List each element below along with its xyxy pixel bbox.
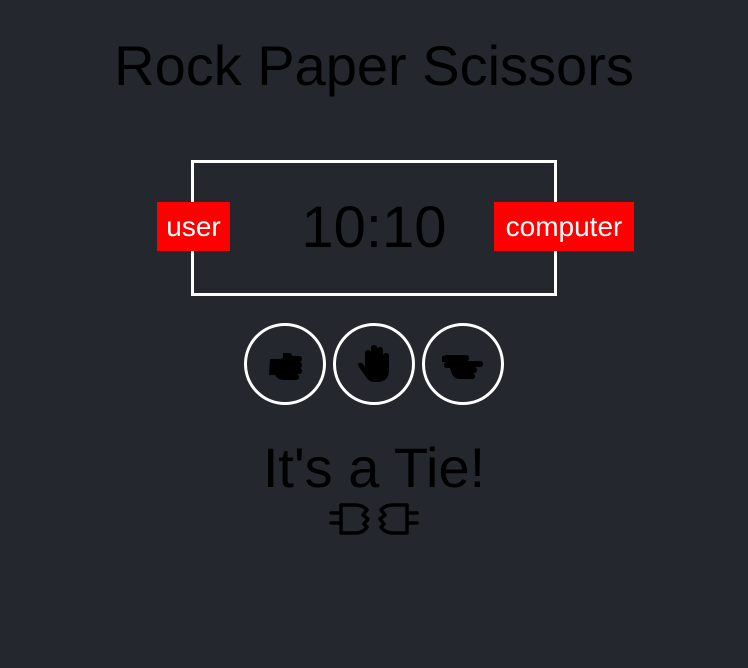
scissors-button[interactable] [422,323,504,405]
page-title: Rock Paper Scissors [114,34,634,97]
game-page: Rock Paper Scissors 10:10 user computer … [0,0,748,668]
result-message: It's a Tie! [262,436,486,499]
fist-icon [269,353,302,380]
computer-badge: computer [494,202,634,251]
choice-buttons [244,323,504,405]
user-badge: user [157,202,230,251]
rock-button[interactable] [244,323,326,405]
peace-hand-icon [442,355,483,379]
raised-hand-icon [358,345,389,382]
paper-button[interactable] [333,323,415,405]
broken-link-icon [329,503,419,535]
